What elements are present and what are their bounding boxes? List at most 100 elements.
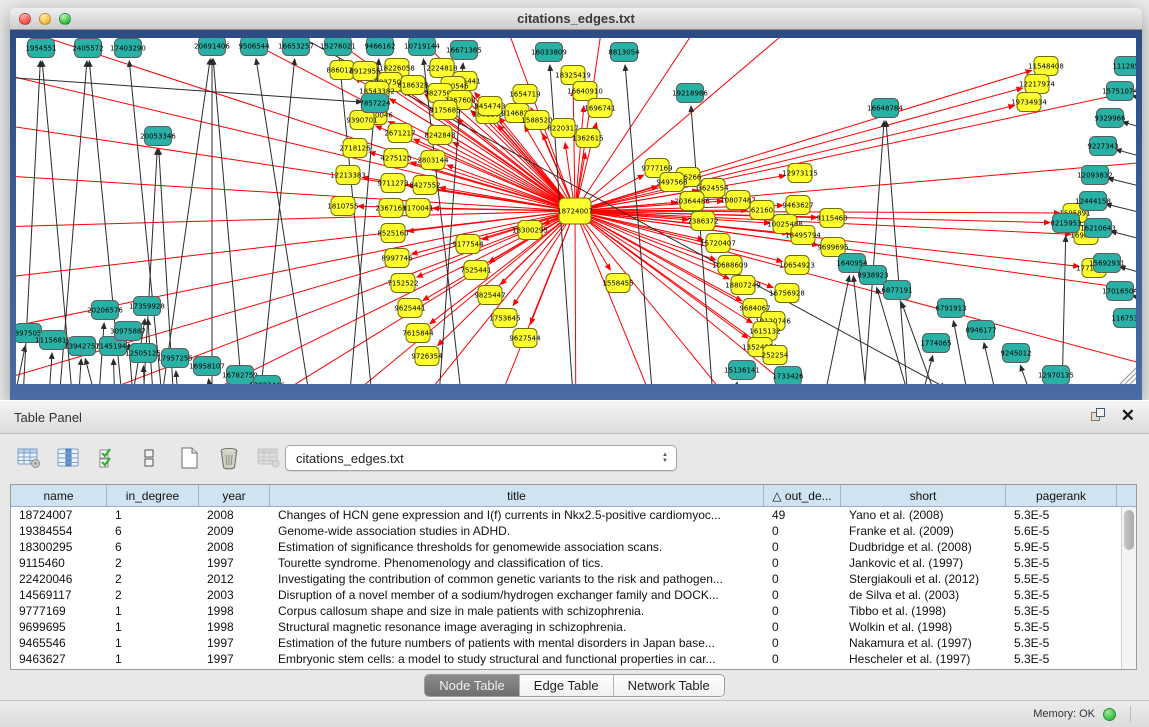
network-node[interactable]: 19218986 [672, 84, 708, 103]
window-titlebar[interactable]: citations_edges.txt [10, 8, 1142, 30]
column-header-in_degree[interactable]: in_degree [107, 485, 199, 506]
network-node[interactable]: 8242848 [424, 126, 455, 145]
network-node[interactable]: 1362615 [572, 129, 603, 148]
network-node[interactable]: 9245012 [1000, 344, 1031, 363]
network-canvas[interactable]: 2224818127544116547191861263886012389129… [16, 38, 1136, 384]
network-node[interactable]: 1167533 [1111, 309, 1136, 328]
network-node[interactable]: 9463627 [782, 196, 813, 215]
network-node[interactable]: 1810755 [327, 197, 358, 216]
network-node[interactable]: 15276021 [320, 38, 356, 56]
network-node[interactable]: 8525160 [377, 224, 408, 243]
table-row[interactable]: 969969511998Structural magnetic resonanc… [11, 619, 1136, 635]
split-view-icon[interactable] [134, 442, 164, 474]
network-node[interactable]: 17403290 [110, 39, 146, 58]
network-node[interactable]: 9506544 [238, 38, 270, 56]
network-node[interactable]: 8215953 [1050, 214, 1081, 233]
network-node[interactable]: 252254 [762, 346, 789, 365]
network-node[interactable]: 15751074 [1102, 82, 1136, 101]
column-header-year[interactable]: year [199, 485, 270, 506]
network-node[interactable]: 9227343 [1087, 137, 1118, 156]
tab-edge-table[interactable]: Edge Table [520, 675, 614, 696]
table-row[interactable]: 911546021997Tourette syndrome. Phenomeno… [11, 555, 1136, 571]
memory-status-label[interactable]: Memory: OK [1033, 708, 1095, 720]
network-node[interactable]: 9177544 [452, 235, 484, 254]
network-node[interactable]: 12923446 [249, 376, 285, 385]
network-node[interactable]: 10688609 [712, 256, 748, 275]
network-node[interactable]: 17957255 [157, 349, 193, 368]
table-row[interactable]: 2242004622012Investigating the contribut… [11, 571, 1136, 587]
network-node[interactable]: 12217974 [1019, 75, 1055, 94]
network-node[interactable]: 1558455 [602, 274, 633, 293]
delete-column-icon[interactable] [214, 442, 244, 474]
network-node[interactable]: 1954551 [25, 39, 56, 58]
network-node[interactable]: 9627544 [509, 329, 541, 348]
table-row[interactable]: 946362711997Embryonic stem cells: a mode… [11, 651, 1136, 667]
new-column-icon[interactable] [174, 442, 204, 474]
column-header-pagerank[interactable]: pagerank [1006, 485, 1117, 506]
network-node[interactable]: 30975887 [110, 322, 146, 341]
tab-network-table[interactable]: Network Table [614, 675, 724, 696]
scrollbar-thumb[interactable] [1124, 510, 1134, 550]
network-node[interactable]: 12973115 [782, 164, 818, 183]
tab-node-table[interactable]: Node Table [425, 675, 520, 696]
column-header-short[interactable]: short [841, 485, 1006, 506]
network-node[interactable]: 6877191 [881, 281, 912, 300]
network-node[interactable]: 7615844 [402, 324, 434, 343]
network-node[interactable]: 9466162 [364, 38, 395, 56]
column-header-title[interactable]: title [270, 485, 764, 506]
network-node[interactable]: 9329966 [1094, 109, 1126, 128]
network-node[interactable]: 1112853 [1112, 57, 1136, 76]
network-node[interactable]: 12444158 [1075, 192, 1111, 211]
network-node[interactable]: 12505125 [125, 344, 161, 363]
network-node[interactable]: 2718126 [339, 139, 371, 158]
network-node[interactable]: 7152522 [387, 274, 418, 293]
float-panel-icon[interactable] [1091, 408, 1107, 424]
network-node[interactable]: 9115460 [816, 209, 847, 228]
network-node[interactable]: 16958107 [189, 357, 225, 376]
network-node[interactable]: 18807249 [725, 276, 761, 295]
network-node[interactable]: 10719144 [404, 38, 440, 56]
table-row[interactable]: 1456911722003Disruption of a novel membe… [11, 587, 1136, 603]
network-node[interactable]: 15692931 [1089, 254, 1125, 273]
column-visibility-icon[interactable] [54, 442, 84, 474]
network-node[interactable]: 16671385 [446, 41, 482, 60]
network-node[interactable]: 8997746 [381, 249, 413, 268]
table-row[interactable]: 1830029562008Estimation of significance … [11, 539, 1136, 555]
network-node[interactable]: 16648784 [867, 99, 903, 118]
network-node[interactable]: 10654923 [779, 256, 815, 275]
network-node[interactable]: 16756928 [769, 284, 805, 303]
network-node[interactable]: 1696741 [584, 99, 615, 118]
network-node[interactable]: 17359928 [129, 297, 165, 316]
table-row[interactable]: 946554611997Estimation of the future num… [11, 635, 1136, 651]
network-node[interactable]: 15720407 [700, 234, 736, 253]
network-node[interactable]: 8813054 [608, 43, 640, 62]
network-node[interactable]: 1774065 [920, 334, 951, 353]
network-node[interactable]: 6791913 [935, 299, 966, 318]
network-node[interactable]: 17016504 [1102, 282, 1136, 301]
network-node[interactable]: 9497568 [656, 173, 687, 192]
network-node[interactable]: 4275120 [380, 149, 411, 168]
network-node[interactable]: 8938923 [857, 266, 888, 285]
network-node[interactable]: 16653257 [278, 38, 314, 56]
import-table-icon[interactable] [254, 442, 284, 474]
network-node[interactable]: 1654719 [509, 85, 540, 104]
network-node[interactable]: 20053346 [140, 127, 176, 146]
canvas-resize-grip[interactable] [1120, 368, 1136, 384]
network-node[interactable]: 7525441 [460, 261, 491, 280]
network-node[interactable]: 8427552 [409, 176, 440, 195]
network-node[interactable]: 12213383 [330, 166, 366, 185]
network-node[interactable]: 62160 [750, 201, 774, 220]
table-row[interactable]: 1938455462009Genome-wide association stu… [11, 523, 1136, 539]
network-node[interactable]: 19734934 [1011, 93, 1047, 112]
network-node[interactable]: 2803144 [417, 151, 449, 170]
network-node[interactable]: 8946177 [965, 321, 996, 340]
network-node[interactable]: 2405572 [72, 39, 103, 58]
network-node[interactable]: 11548408 [1028, 57, 1064, 76]
vertical-scrollbar[interactable] [1121, 507, 1136, 669]
network-node[interactable]: 7857224 [359, 94, 391, 113]
column-header-out_de[interactable]: △ out_de... [764, 485, 841, 506]
network-node[interactable]: 2671217 [384, 124, 415, 143]
network-node[interactable]: 1733426 [772, 367, 804, 385]
select-rows-icon[interactable] [94, 442, 124, 474]
network-node[interactable]: 12093832 [1077, 166, 1113, 185]
